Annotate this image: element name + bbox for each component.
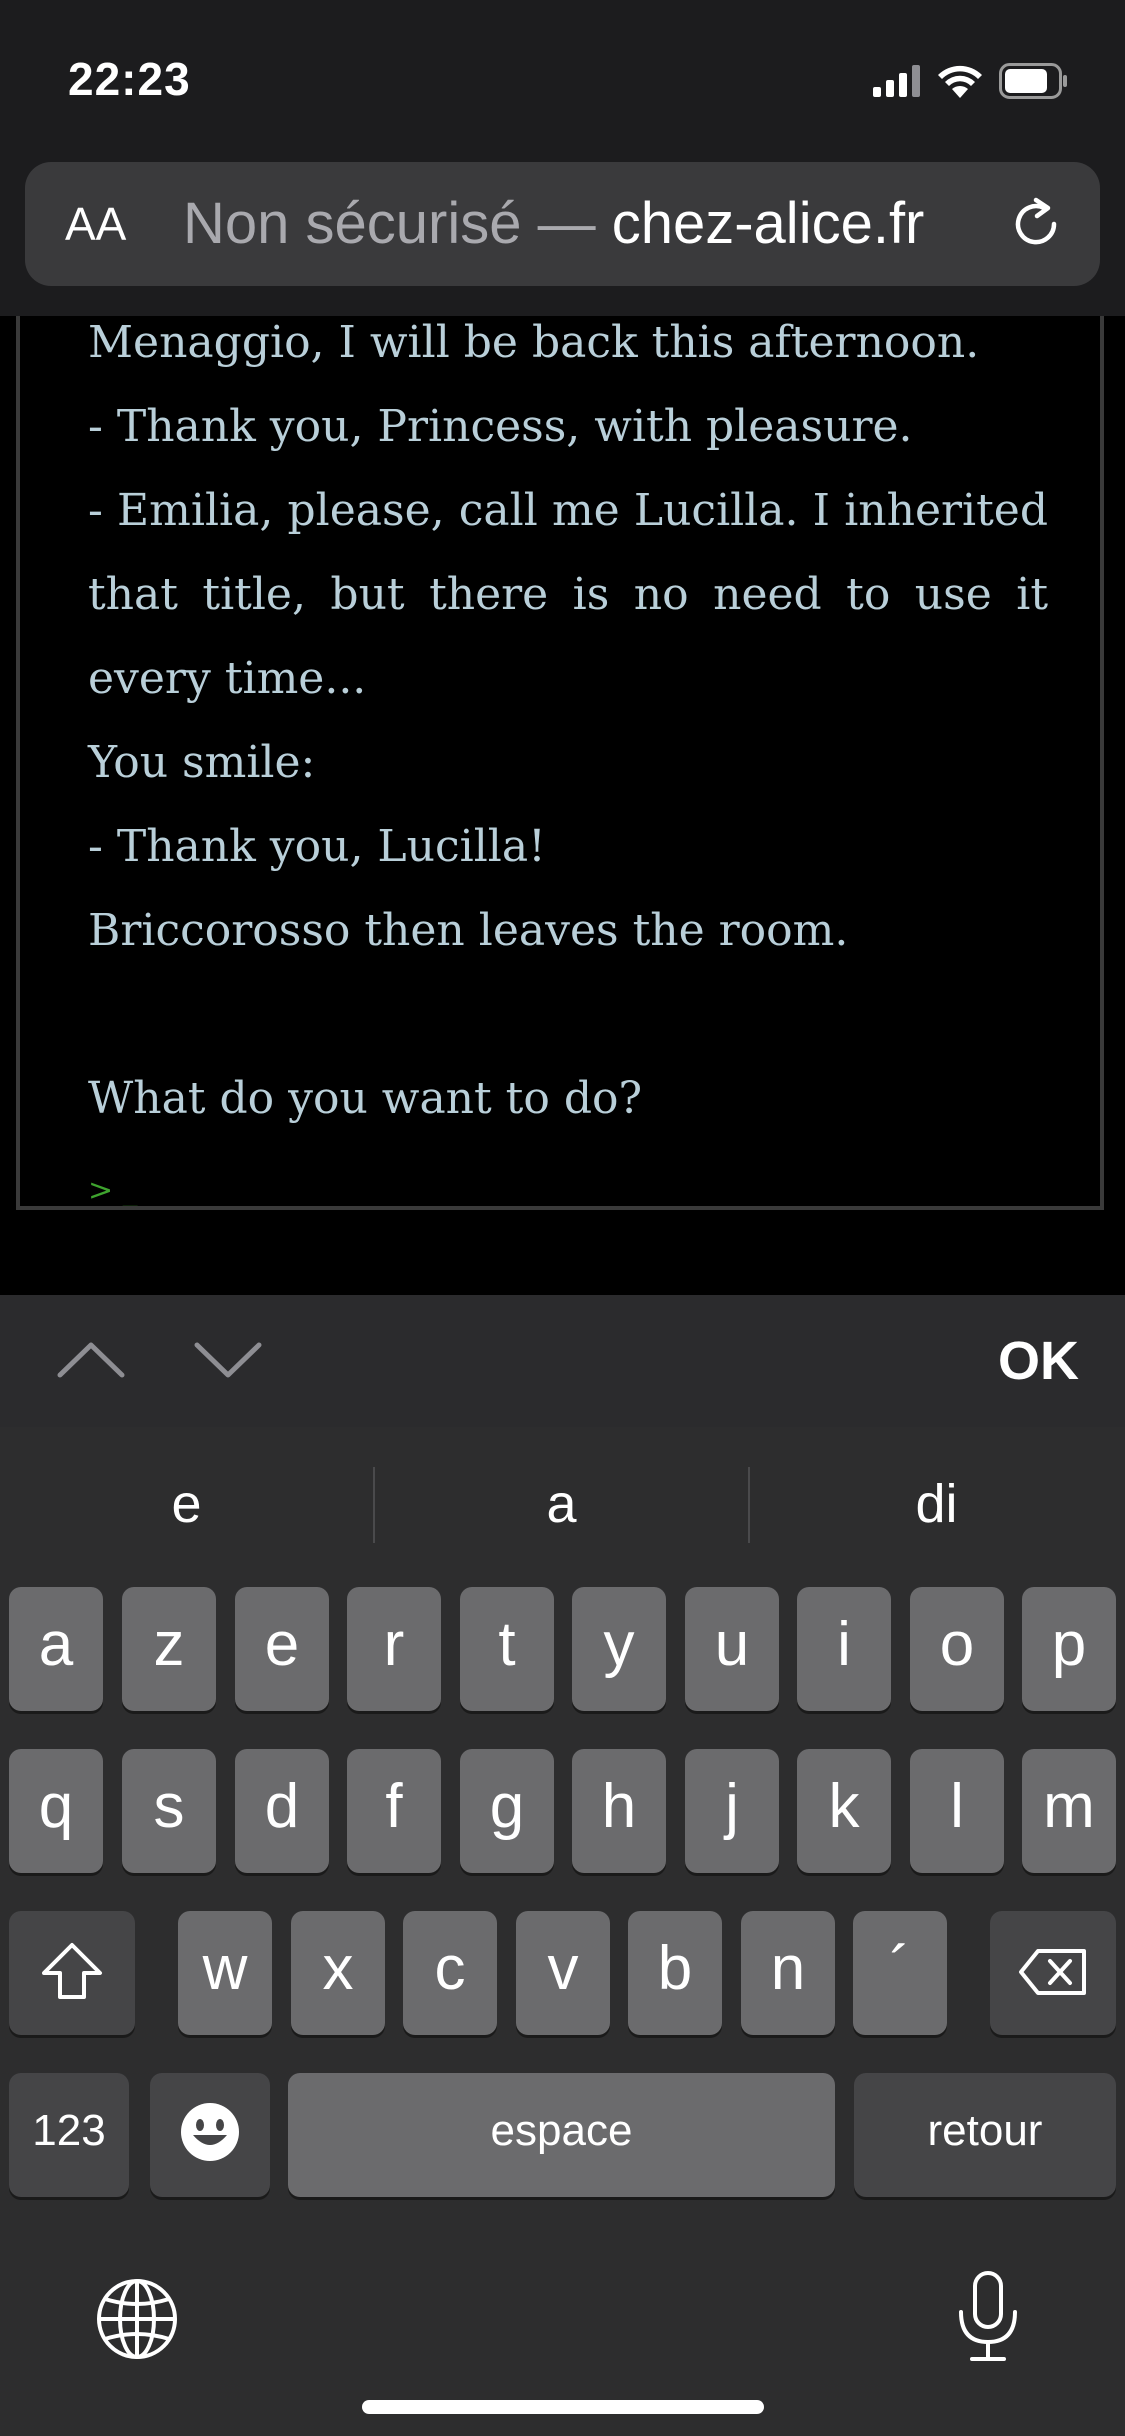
key[interactable]: i: [797, 1587, 891, 1711]
key[interactable]: j: [685, 1749, 779, 1873]
reload-icon[interactable]: [1006, 194, 1066, 254]
status-time: 22:23: [68, 53, 191, 105]
url-security-label: Non sécurisé —: [183, 191, 612, 256]
suggestion-item[interactable]: a: [375, 1427, 748, 1581]
key[interactable]: u: [685, 1587, 779, 1711]
keyboard: e a di a z e r t y u i o p q s d f g h j…: [0, 1427, 1125, 2436]
key[interactable]: t: [460, 1587, 554, 1711]
browser-chrome: 22:23 AA Non sécurisé — chez-alice.fr: [0, 0, 1125, 316]
key[interactable]: l: [910, 1749, 1004, 1873]
address-bar[interactable]: AA Non sécurisé — chez-alice.fr: [25, 162, 1100, 286]
key[interactable]: d: [235, 1749, 329, 1873]
key[interactable]: ´: [853, 1911, 947, 2035]
key[interactable]: b: [628, 1911, 722, 2035]
story-question: What do you want to do?: [88, 1073, 643, 1124]
story-line: - Thank you, Princess, with pleasure.: [88, 401, 913, 452]
numbers-key[interactable]: 123: [9, 2073, 129, 2197]
wifi-icon: [938, 65, 982, 98]
key[interactable]: n: [741, 1911, 835, 2035]
keyboard-accessory-bar: OK: [0, 1295, 1125, 1427]
delete-icon: [1019, 1949, 1086, 1995]
story-text: Menaggio, I will be back this afternoon.…: [88, 301, 1048, 1206]
key[interactable]: x: [291, 1911, 385, 2035]
story-line: Briccorosso then leaves the room.: [88, 905, 849, 956]
command-prompt[interactable]: > _: [88, 1149, 1048, 1206]
return-key[interactable]: retour: [854, 2073, 1116, 2197]
status-icons: [873, 60, 1069, 102]
suggestion-item[interactable]: di: [750, 1427, 1123, 1581]
key[interactable]: p: [1022, 1587, 1116, 1711]
key[interactable]: r: [347, 1587, 441, 1711]
url-domain: chez-alice.fr: [611, 191, 925, 256]
story-line: - Thank you, Lucilla!: [88, 821, 546, 872]
game-terminal[interactable]: Menaggio, I will be back this afternoon.…: [16, 250, 1104, 1210]
chevron-up-icon[interactable]: [56, 1325, 126, 1395]
key[interactable]: k: [797, 1749, 891, 1873]
space-key[interactable]: espace: [288, 2073, 835, 2197]
url-field[interactable]: Non sécurisé — chez-alice.fr: [183, 162, 1003, 286]
chevron-down-icon[interactable]: [193, 1325, 263, 1395]
key[interactable]: v: [516, 1911, 610, 2035]
done-button[interactable]: OK: [998, 1295, 1079, 1427]
shift-icon: [42, 1943, 102, 1999]
story-line: [88, 973, 1048, 1057]
suggestion-item[interactable]: e: [0, 1427, 373, 1581]
story-line: You smile:: [88, 737, 316, 788]
text-size-button[interactable]: AA: [65, 162, 126, 286]
home-indicator[interactable]: [362, 2400, 764, 2414]
signal-icon: [873, 65, 920, 97]
key[interactable]: h: [572, 1749, 666, 1873]
key[interactable]: a: [9, 1587, 103, 1711]
key[interactable]: o: [910, 1587, 1004, 1711]
globe-icon[interactable]: [95, 2277, 179, 2361]
key[interactable]: m: [1022, 1749, 1116, 1873]
emoji-icon: [181, 2103, 239, 2161]
key[interactable]: z: [122, 1587, 216, 1711]
shift-key[interactable]: [9, 1911, 135, 2035]
microphone-icon[interactable]: [956, 2270, 1020, 2364]
key[interactable]: c: [403, 1911, 497, 2035]
key[interactable]: g: [460, 1749, 554, 1873]
key[interactable]: y: [572, 1587, 666, 1711]
key[interactable]: f: [347, 1749, 441, 1873]
story-line: - Emilia, please, call me Lucilla. I inh…: [88, 485, 1048, 704]
key[interactable]: w: [178, 1911, 272, 2035]
key[interactable]: q: [9, 1749, 103, 1873]
key[interactable]: s: [122, 1749, 216, 1873]
key[interactable]: e: [235, 1587, 329, 1711]
battery-icon: [999, 63, 1067, 99]
emoji-key[interactable]: [150, 2073, 270, 2197]
delete-key[interactable]: [990, 1911, 1116, 2035]
